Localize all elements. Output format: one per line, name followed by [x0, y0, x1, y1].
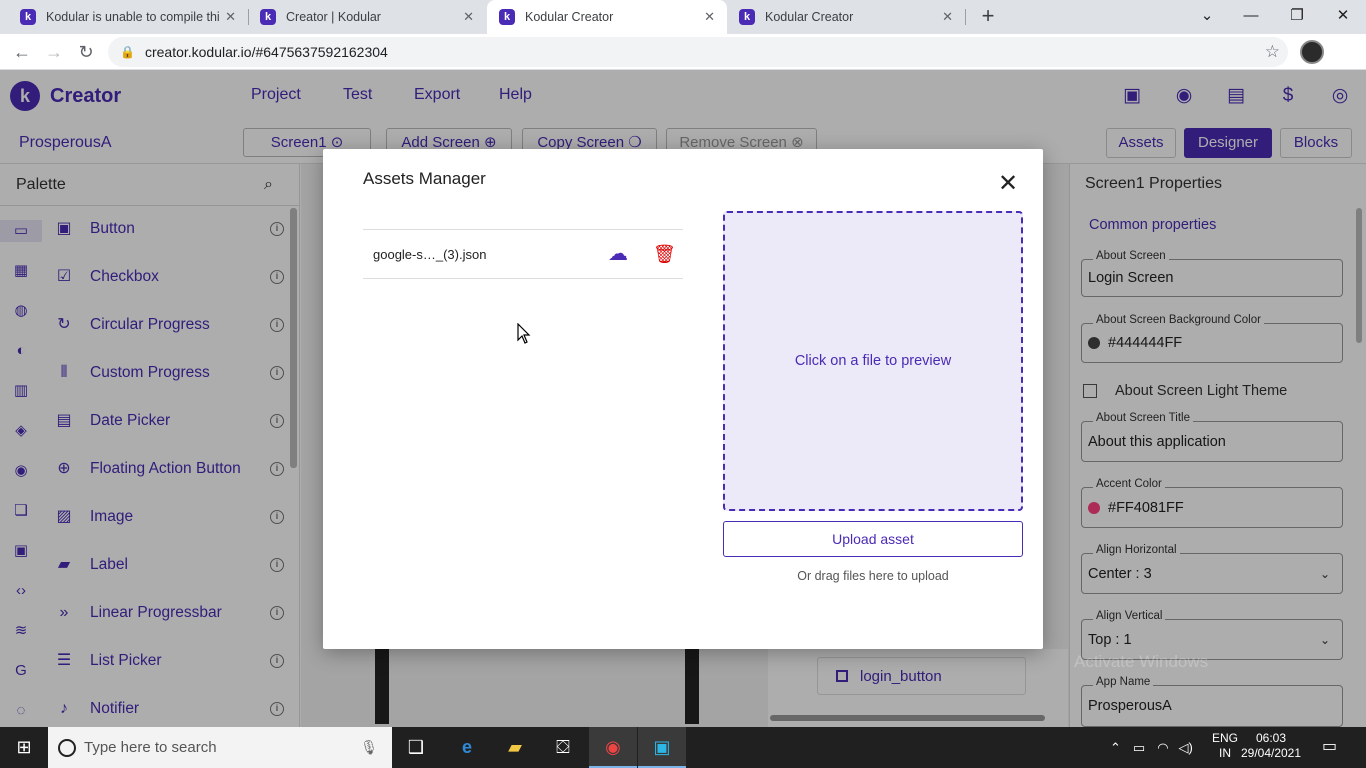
drag-hint-text: Or drag files here to upload [797, 569, 949, 583]
tab-close-icon[interactable]: ✕ [225, 9, 236, 25]
forward-icon[interactable]: → [42, 40, 66, 64]
windows-start-icon[interactable]: ⊞ [0, 727, 48, 768]
back-icon[interactable]: ← [10, 40, 34, 64]
bookmark-star-icon[interactable]: ☆ [1265, 42, 1280, 62]
restore-icon[interactable]: ❐ [1274, 0, 1320, 34]
browser-tab-bar: k Kodular is unable to compile this ✕ k … [0, 0, 1366, 34]
new-tab-button[interactable]: + [976, 4, 1000, 28]
video-app-icon[interactable]: ▣ [638, 727, 686, 768]
system-clock[interactable]: 06:03 29/04/2021 [1240, 731, 1302, 761]
asset-file-name: google-s…_(3).json [373, 246, 487, 262]
cortana-icon [58, 738, 76, 757]
system-tray: ⌃ ▭ ◠ ◁) [1110, 727, 1193, 768]
clock-date: 29/04/2021 [1240, 746, 1302, 760]
kodular-favicon-icon: k [499, 9, 515, 25]
tab-close-icon[interactable]: ✕ [942, 9, 953, 25]
kodular-favicon-icon: k [739, 9, 755, 25]
notification-icon[interactable]: ▭ [1322, 736, 1337, 756]
tab-close-icon[interactable]: ✕ [704, 9, 715, 25]
address-bar: ← → ↻ 🔒 creator.kodular.io/#647563759216… [0, 34, 1366, 70]
clock-time: 06:03 [1255, 731, 1287, 745]
upload-asset-button[interactable]: Upload asset [723, 521, 1023, 557]
browser-tab-3-active[interactable]: k Kodular Creator ✕ [487, 0, 727, 34]
browser-tab-1[interactable]: k Kodular is unable to compile this ✕ [8, 0, 248, 34]
wifi-icon[interactable]: ◠ [1157, 740, 1168, 756]
volume-icon[interactable]: ◁) [1179, 740, 1193, 756]
browser-tab-title: Kodular Creator [765, 10, 854, 24]
url-text: creator.kodular.io/#6475637592162304 [144, 44, 388, 60]
lang-region: IN [1219, 746, 1231, 760]
browser-tab-title: Kodular Creator [525, 10, 614, 24]
lang-code: ENG [1212, 731, 1239, 745]
kodular-favicon-icon: k [260, 9, 276, 25]
browser-tab-title: Kodular is unable to compile this [46, 10, 220, 24]
activate-windows-watermark: Activate Windows [1074, 652, 1209, 671]
battery-icon[interactable]: ▭ [1133, 740, 1145, 756]
preview-placeholder: Click on a file to preview [794, 353, 952, 369]
language-indicator[interactable]: ENG IN [1212, 731, 1238, 761]
tray-overflow-icon[interactable]: ⌃ [1110, 740, 1121, 756]
chrome-icon[interactable]: ◉ [589, 727, 637, 768]
minimize-icon[interactable]: — [1228, 0, 1274, 34]
browser-tab-4[interactable]: k Kodular Creator ✕ [727, 0, 965, 34]
lock-icon: 🔒 [120, 45, 135, 59]
task-view-icon[interactable]: ❑ [392, 727, 440, 768]
microphone-icon[interactable]: 🎙 [360, 739, 378, 756]
profile-avatar[interactable] [1300, 40, 1324, 64]
tab-divider [965, 9, 966, 25]
edge-icon[interactable]: e [443, 727, 491, 768]
close-icon[interactable]: ✕ [996, 172, 1020, 196]
taskbar-search-box[interactable]: Type here to search 🎙 [48, 727, 392, 768]
browser-tab-title: Creator | Kodular [286, 10, 381, 24]
trash-icon[interactable]: 🗑 [653, 244, 676, 264]
tab-search-icon[interactable]: ⌄ [1184, 0, 1230, 34]
cloud-download-icon[interactable]: ☁ [605, 243, 631, 265]
dialog-title: Assets Manager [363, 169, 486, 188]
url-field[interactable]: 🔒 creator.kodular.io/#6475637592162304 ☆ [108, 37, 1288, 67]
taskbar-search-placeholder: Type here to search [84, 739, 217, 756]
asset-list-item[interactable]: google-s…_(3).json ☁ 🗑 [363, 229, 683, 279]
browser-tab-2[interactable]: k Creator | Kodular ✕ [248, 0, 486, 34]
kodular-favicon-icon: k [20, 9, 36, 25]
store-icon[interactable]: ⛋ [539, 727, 587, 768]
file-explorer-icon[interactable]: ▰ [491, 727, 539, 768]
close-window-icon[interactable]: ✕ [1320, 0, 1366, 34]
mouse-cursor-icon [517, 322, 531, 350]
reload-icon[interactable]: ↻ [74, 40, 98, 64]
file-preview-area[interactable]: Click on a file to preview [723, 211, 1023, 511]
tab-close-icon[interactable]: ✕ [463, 9, 474, 25]
